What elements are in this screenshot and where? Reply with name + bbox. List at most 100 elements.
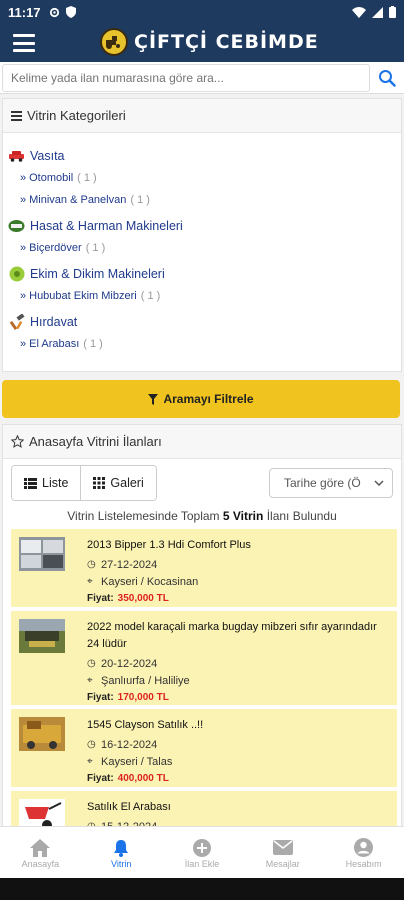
logo-badge-icon [100, 28, 128, 56]
category-title: Hırdavat [30, 315, 78, 329]
nav-label: İlan Ekle [184, 858, 220, 869]
list-view-label: Liste [42, 476, 69, 490]
showcase-panel: Anasayfa Vitrini İlanları Liste Galeri T… [2, 424, 402, 828]
subcategory-minivan[interactable]: » Minivan & Panelvan( 1 ) [3, 189, 401, 211]
wifi-icon [352, 6, 366, 18]
clock-icon: ◷ [87, 739, 96, 750]
category-vasita[interactable]: Vasıta [3, 145, 401, 167]
summary-prefix: Vitrin Listelemesinde Toplam [67, 509, 220, 523]
menu-icon[interactable] [13, 34, 35, 52]
signal-icon [372, 6, 383, 18]
listing-item[interactable]: Satılık El Arabası ◷ 15-12-2024 [11, 791, 397, 827]
logo-text: ÇİFTÇİ CEBİMDE [134, 31, 319, 53]
listing-thumbnail [19, 619, 65, 653]
bottom-nav: Anasayfa Vitrin İlan Ekle Mesajlar Hesab… [0, 826, 404, 878]
listing-location: Şanlıurfa / Haliliye [101, 674, 190, 687]
showcase-title: Anasayfa Vitrini İlanları [29, 434, 162, 449]
category-panel: Vitrin Kategorileri Vasıta » Otomobil( 1 … [2, 98, 402, 372]
subcategory-label: Hububat Ekim Mibzeri [29, 290, 137, 302]
search-button[interactable] [370, 69, 404, 87]
listing-title: 1545 Clayson Satılık ..!! [87, 719, 204, 731]
price-label: Fiyat: [87, 593, 114, 604]
nav-add-listing[interactable]: İlan Ekle [162, 827, 243, 878]
bell-icon [114, 839, 129, 857]
category-hirdavat[interactable]: Hırdavat [3, 311, 401, 333]
subcategory-label: Biçerdöver [29, 242, 82, 254]
listing-item[interactable]: 1545 Clayson Satılık ..!! ◷ 16-12-2024 ⌖ K… [11, 709, 397, 789]
listing-title: 2022 model karaçali marka bugday mibzeri… [87, 621, 377, 650]
nav-label: Hesabım [345, 858, 382, 869]
system-nav-bar [0, 878, 404, 900]
clock-icon: ◷ [87, 559, 96, 570]
car-icon [8, 148, 25, 165]
nav-label: Mesajlar [265, 858, 300, 869]
nav-messages[interactable]: Mesajlar [242, 827, 323, 878]
listing-item[interactable]: 2013 Bipper 1.3 Hdi Comfort Plus ◷ 27-12-… [11, 529, 397, 609]
search-icon [379, 69, 396, 87]
location-icon: ⌖ [87, 675, 93, 686]
listing-price: 170,000 TL [117, 692, 169, 703]
listing-price: 400,000 TL [117, 773, 169, 784]
price-label: Fiyat: [87, 692, 114, 703]
list-view-icon [24, 477, 37, 489]
listing-title: 2013 Bipper 1.3 Hdi Comfort Plus [87, 539, 251, 551]
gallery-view-button[interactable]: Galeri [80, 466, 156, 500]
category-hasat-harman[interactable]: Hasat & Harman Makineleri [3, 215, 401, 237]
list-view-button[interactable]: Liste [12, 466, 81, 500]
harvester-icon [8, 218, 25, 235]
subcategory-count: ( 1 ) [140, 290, 161, 302]
settings-icon [49, 7, 59, 17]
showcase-panel-header: Anasayfa Vitrini İlanları [3, 425, 401, 459]
listing-date: 16-12-2024 [101, 738, 158, 751]
subcategory-count: ( 1 ) [77, 172, 97, 184]
category-ekim-dikim[interactable]: Ekim & Dikim Makineleri [3, 263, 401, 285]
view-toggle: Liste Galeri [11, 465, 157, 501]
listing-location: Kayseri / Kocasinan [101, 575, 199, 588]
subcategory-hububat-mibzeri[interactable]: » Hububat Ekim Mibzeri( 1 ) [3, 285, 401, 307]
subcategory-count: ( 1 ) [130, 194, 150, 206]
sort-dropdown[interactable]: Tarihe göre (Ö [269, 468, 393, 498]
subcategory-count: ( 1 ) [83, 338, 103, 350]
grid-icon [93, 477, 106, 489]
mail-icon [272, 840, 293, 855]
filter-icon [148, 393, 159, 405]
status-time: 11:17 [8, 4, 41, 20]
category-title: Hasat & Harman Makineleri [30, 219, 183, 233]
filter-search-button[interactable]: Aramayı Filtrele [2, 380, 400, 418]
listing-date: 20-12-2024 [101, 657, 158, 670]
seeder-icon [8, 266, 25, 283]
listing-date: 27-12-2024 [101, 558, 158, 571]
summary-suffix: İlanı Bulundu [266, 509, 337, 523]
star-icon [11, 435, 24, 448]
chevron-down-icon [374, 480, 384, 486]
location-icon: ⌖ [87, 756, 93, 767]
subcategory-bicerdover[interactable]: » Biçerdöver( 1 ) [3, 237, 401, 259]
location-icon: ⌖ [87, 576, 93, 587]
nav-home[interactable]: Anasayfa [0, 827, 81, 878]
filter-button-label: Aramayı Filtrele [163, 392, 254, 406]
listing-thumbnail [19, 717, 65, 751]
listing-price: 350,000 TL [117, 593, 169, 604]
subcategory-label: Minivan & Panelvan [29, 194, 127, 206]
gallery-view-label: Galeri [110, 476, 144, 490]
listing-location: Kayseri / Talas [101, 755, 173, 768]
subcategory-label: Otomobil [29, 172, 74, 184]
search-input[interactable] [2, 63, 370, 92]
subcategory-otomobil[interactable]: » Otomobil( 1 ) [3, 167, 401, 189]
home-icon [30, 838, 51, 857]
tools-icon [8, 314, 25, 331]
shield-icon [65, 6, 76, 18]
listing-title: Satılık El Arabası [87, 801, 171, 813]
nav-showcase[interactable]: Vitrin [81, 827, 162, 878]
subcategory-el-arabasi[interactable]: » El Arabası( 1 ) [3, 333, 401, 355]
app-bar: ÇİFTÇİ CEBİMDE [0, 24, 404, 62]
listing-thumbnail [19, 537, 65, 571]
user-icon [354, 838, 374, 857]
category-title: Vasıta [30, 149, 65, 163]
app-logo[interactable]: ÇİFTÇİ CEBİMDE [100, 28, 319, 56]
category-title: Ekim & Dikim Makineleri [30, 267, 165, 281]
results-summary: Vitrin Listelemesinde Toplam 5 Vitrin İl… [3, 509, 401, 523]
listing-thumbnail [19, 799, 65, 827]
listing-item[interactable]: 2022 model karaçali marka bugday mibzeri… [11, 611, 397, 707]
nav-account[interactable]: Hesabım [323, 827, 404, 878]
